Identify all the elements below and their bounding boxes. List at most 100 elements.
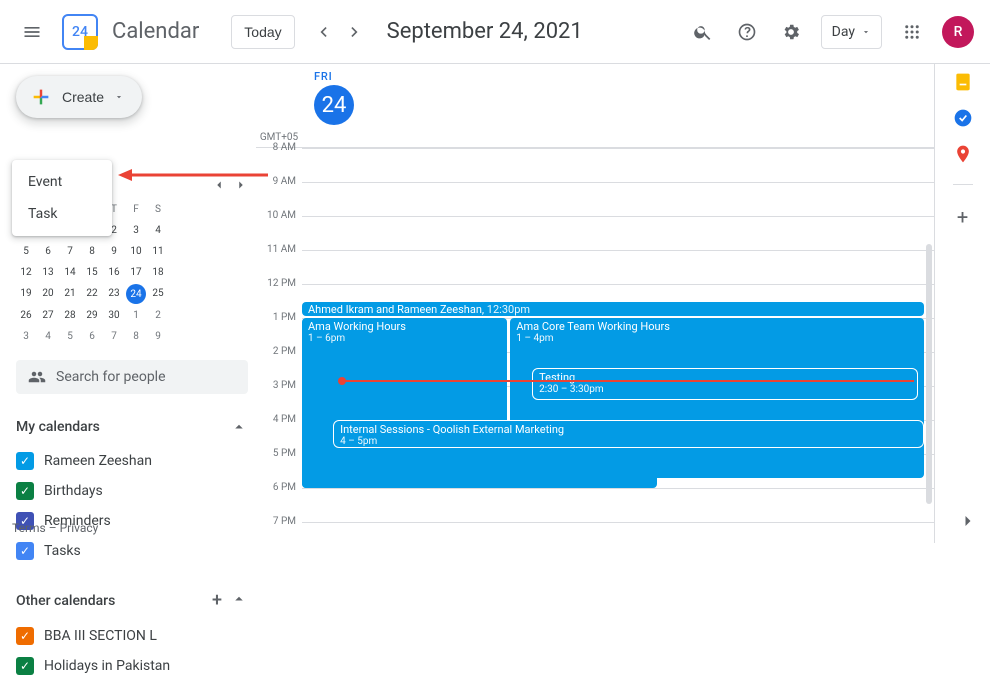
checkbox-icon[interactable]: ✓ bbox=[16, 657, 34, 675]
event-block[interactable]: Internal Sessions - Qoolish External Mar… bbox=[333, 420, 924, 448]
chevron-right-icon bbox=[958, 511, 978, 531]
mini-day[interactable]: 10 bbox=[126, 242, 146, 261]
mini-prev-button[interactable] bbox=[212, 178, 226, 196]
main: GMT+05 FRI 24 Ahmed Ikram and Rameen Zee… bbox=[256, 64, 990, 543]
footer-links: Terms – Privacy bbox=[12, 521, 98, 535]
mini-day[interactable]: 12 bbox=[16, 263, 36, 282]
prev-day-button[interactable] bbox=[307, 16, 339, 48]
account-avatar[interactable]: R bbox=[942, 16, 974, 48]
add-other-calendar-button[interactable]: + bbox=[212, 590, 222, 611]
view-label: Day bbox=[832, 24, 855, 40]
chevron-left-icon bbox=[212, 178, 226, 192]
mini-day[interactable]: 8 bbox=[82, 242, 102, 261]
checkbox-icon[interactable]: ✓ bbox=[16, 627, 34, 645]
event-block[interactable]: Ahmed Ikram and Rameen Zeeshan, 12:30pm bbox=[302, 302, 924, 316]
mini-day[interactable]: 15 bbox=[82, 263, 102, 282]
mini-day[interactable]: 29 bbox=[82, 306, 102, 325]
other-calendars-toggle[interactable]: Other calendars + bbox=[16, 586, 248, 615]
mini-day[interactable]: 24 bbox=[126, 284, 146, 304]
create-event-item[interactable]: Event bbox=[12, 166, 112, 198]
search-button[interactable] bbox=[683, 12, 723, 52]
hide-panel-button[interactable] bbox=[954, 507, 982, 535]
maps-icon[interactable] bbox=[953, 144, 973, 164]
mini-day[interactable]: 30 bbox=[104, 306, 124, 325]
calendar-item[interactable]: ✓ Rameen Zeeshan bbox=[16, 446, 248, 476]
view-selector[interactable]: Day bbox=[821, 15, 882, 49]
mini-day[interactable]: 1 bbox=[126, 306, 146, 325]
mini-day[interactable]: 26 bbox=[16, 306, 36, 325]
mini-day[interactable]: 6 bbox=[82, 327, 102, 346]
keep-icon[interactable] bbox=[953, 72, 973, 92]
mini-day[interactable]: 8 bbox=[126, 327, 146, 346]
mini-day[interactable]: 9 bbox=[104, 242, 124, 261]
people-icon bbox=[28, 368, 46, 386]
sidebar: Create Event Task SMTWTFS293031123456789… bbox=[0, 64, 256, 543]
mini-day[interactable]: 5 bbox=[16, 242, 36, 261]
checkbox-icon[interactable]: ✓ bbox=[16, 542, 34, 560]
calendar-item[interactable]: ✓ Birthdays bbox=[16, 476, 248, 506]
chevron-right-icon bbox=[345, 22, 365, 42]
mini-day[interactable]: 20 bbox=[38, 284, 58, 304]
gear-icon bbox=[781, 22, 801, 42]
main-menu-button[interactable] bbox=[8, 8, 56, 56]
body: Create Event Task SMTWTFS293031123456789… bbox=[0, 64, 990, 543]
calendar-label: Birthdays bbox=[44, 483, 103, 499]
mini-day[interactable]: 27 bbox=[38, 306, 58, 325]
mini-day[interactable]: 13 bbox=[38, 263, 58, 282]
mini-day[interactable]: 17 bbox=[126, 263, 146, 282]
mini-day[interactable]: 25 bbox=[148, 284, 168, 304]
calendar-item[interactable]: ✓BBA III SECTION L bbox=[16, 621, 248, 651]
event-block[interactable]: Testing 2:30 – 3:30pm bbox=[532, 368, 918, 400]
scrollbar[interactable] bbox=[926, 244, 932, 504]
search-people-placeholder: Search for people bbox=[56, 369, 166, 385]
event-block[interactable] bbox=[302, 448, 657, 488]
calendar-label: Rameen Zeeshan bbox=[44, 453, 152, 469]
calendar-item[interactable]: ✓Tasks bbox=[16, 536, 248, 566]
terms-link[interactable]: Terms bbox=[12, 521, 46, 535]
day-grid[interactable]: GMT+05 FRI 24 Ahmed Ikram and Rameen Zee… bbox=[256, 64, 934, 543]
mini-day[interactable]: 21 bbox=[60, 284, 80, 304]
hour-label: 11 AM bbox=[256, 244, 302, 278]
mini-day[interactable]: 2 bbox=[148, 306, 168, 325]
hour-label: 7 PM bbox=[256, 516, 302, 543]
create-task-item[interactable]: Task bbox=[12, 198, 112, 230]
mini-day[interactable]: 5 bbox=[60, 327, 80, 346]
privacy-link[interactable]: Privacy bbox=[60, 521, 99, 535]
checkbox-icon[interactable]: ✓ bbox=[16, 452, 34, 470]
apps-button[interactable] bbox=[892, 12, 932, 52]
mini-day[interactable]: 7 bbox=[104, 327, 124, 346]
mini-day[interactable]: 6 bbox=[38, 242, 58, 261]
calendar-item[interactable]: ✓ Holidays in Pakistan bbox=[16, 651, 248, 681]
mini-day[interactable]: 23 bbox=[104, 284, 124, 304]
mini-day[interactable]: 3 bbox=[16, 327, 36, 346]
chevron-right-icon bbox=[234, 178, 248, 192]
mini-day[interactable]: 14 bbox=[60, 263, 80, 282]
hour-label: 4 PM bbox=[256, 414, 302, 448]
tasks-icon[interactable] bbox=[953, 108, 973, 128]
mini-next-button[interactable] bbox=[234, 178, 248, 196]
mini-day[interactable]: 11 bbox=[148, 242, 168, 261]
next-day-button[interactable] bbox=[339, 16, 371, 48]
today-button[interactable]: Today bbox=[231, 15, 294, 49]
calendar-logo[interactable] bbox=[60, 12, 100, 52]
mini-day[interactable]: 4 bbox=[148, 221, 168, 240]
mini-day[interactable]: 19 bbox=[16, 284, 36, 304]
settings-button[interactable] bbox=[771, 12, 811, 52]
search-people-input[interactable]: Search for people bbox=[16, 360, 248, 394]
mini-day[interactable]: 4 bbox=[38, 327, 58, 346]
create-button[interactable]: Create bbox=[16, 76, 142, 118]
support-button[interactable] bbox=[727, 12, 767, 52]
mini-day[interactable]: 18 bbox=[148, 263, 168, 282]
get-addons-button[interactable]: + bbox=[957, 205, 968, 229]
mini-day[interactable]: 7 bbox=[60, 242, 80, 261]
mini-day[interactable]: 28 bbox=[60, 306, 80, 325]
mini-day[interactable]: 16 bbox=[104, 263, 124, 282]
mini-day[interactable]: 3 bbox=[126, 221, 146, 240]
mini-day[interactable]: 9 bbox=[148, 327, 168, 346]
calendar-label: Holidays in Pakistan bbox=[44, 658, 170, 674]
date-title: September 24, 2021 bbox=[387, 19, 583, 44]
mini-day[interactable]: 22 bbox=[82, 284, 102, 304]
day-of-month[interactable]: 24 bbox=[314, 85, 354, 125]
checkbox-icon[interactable]: ✓ bbox=[16, 482, 34, 500]
my-calendars-toggle[interactable]: My calendars bbox=[16, 414, 248, 440]
